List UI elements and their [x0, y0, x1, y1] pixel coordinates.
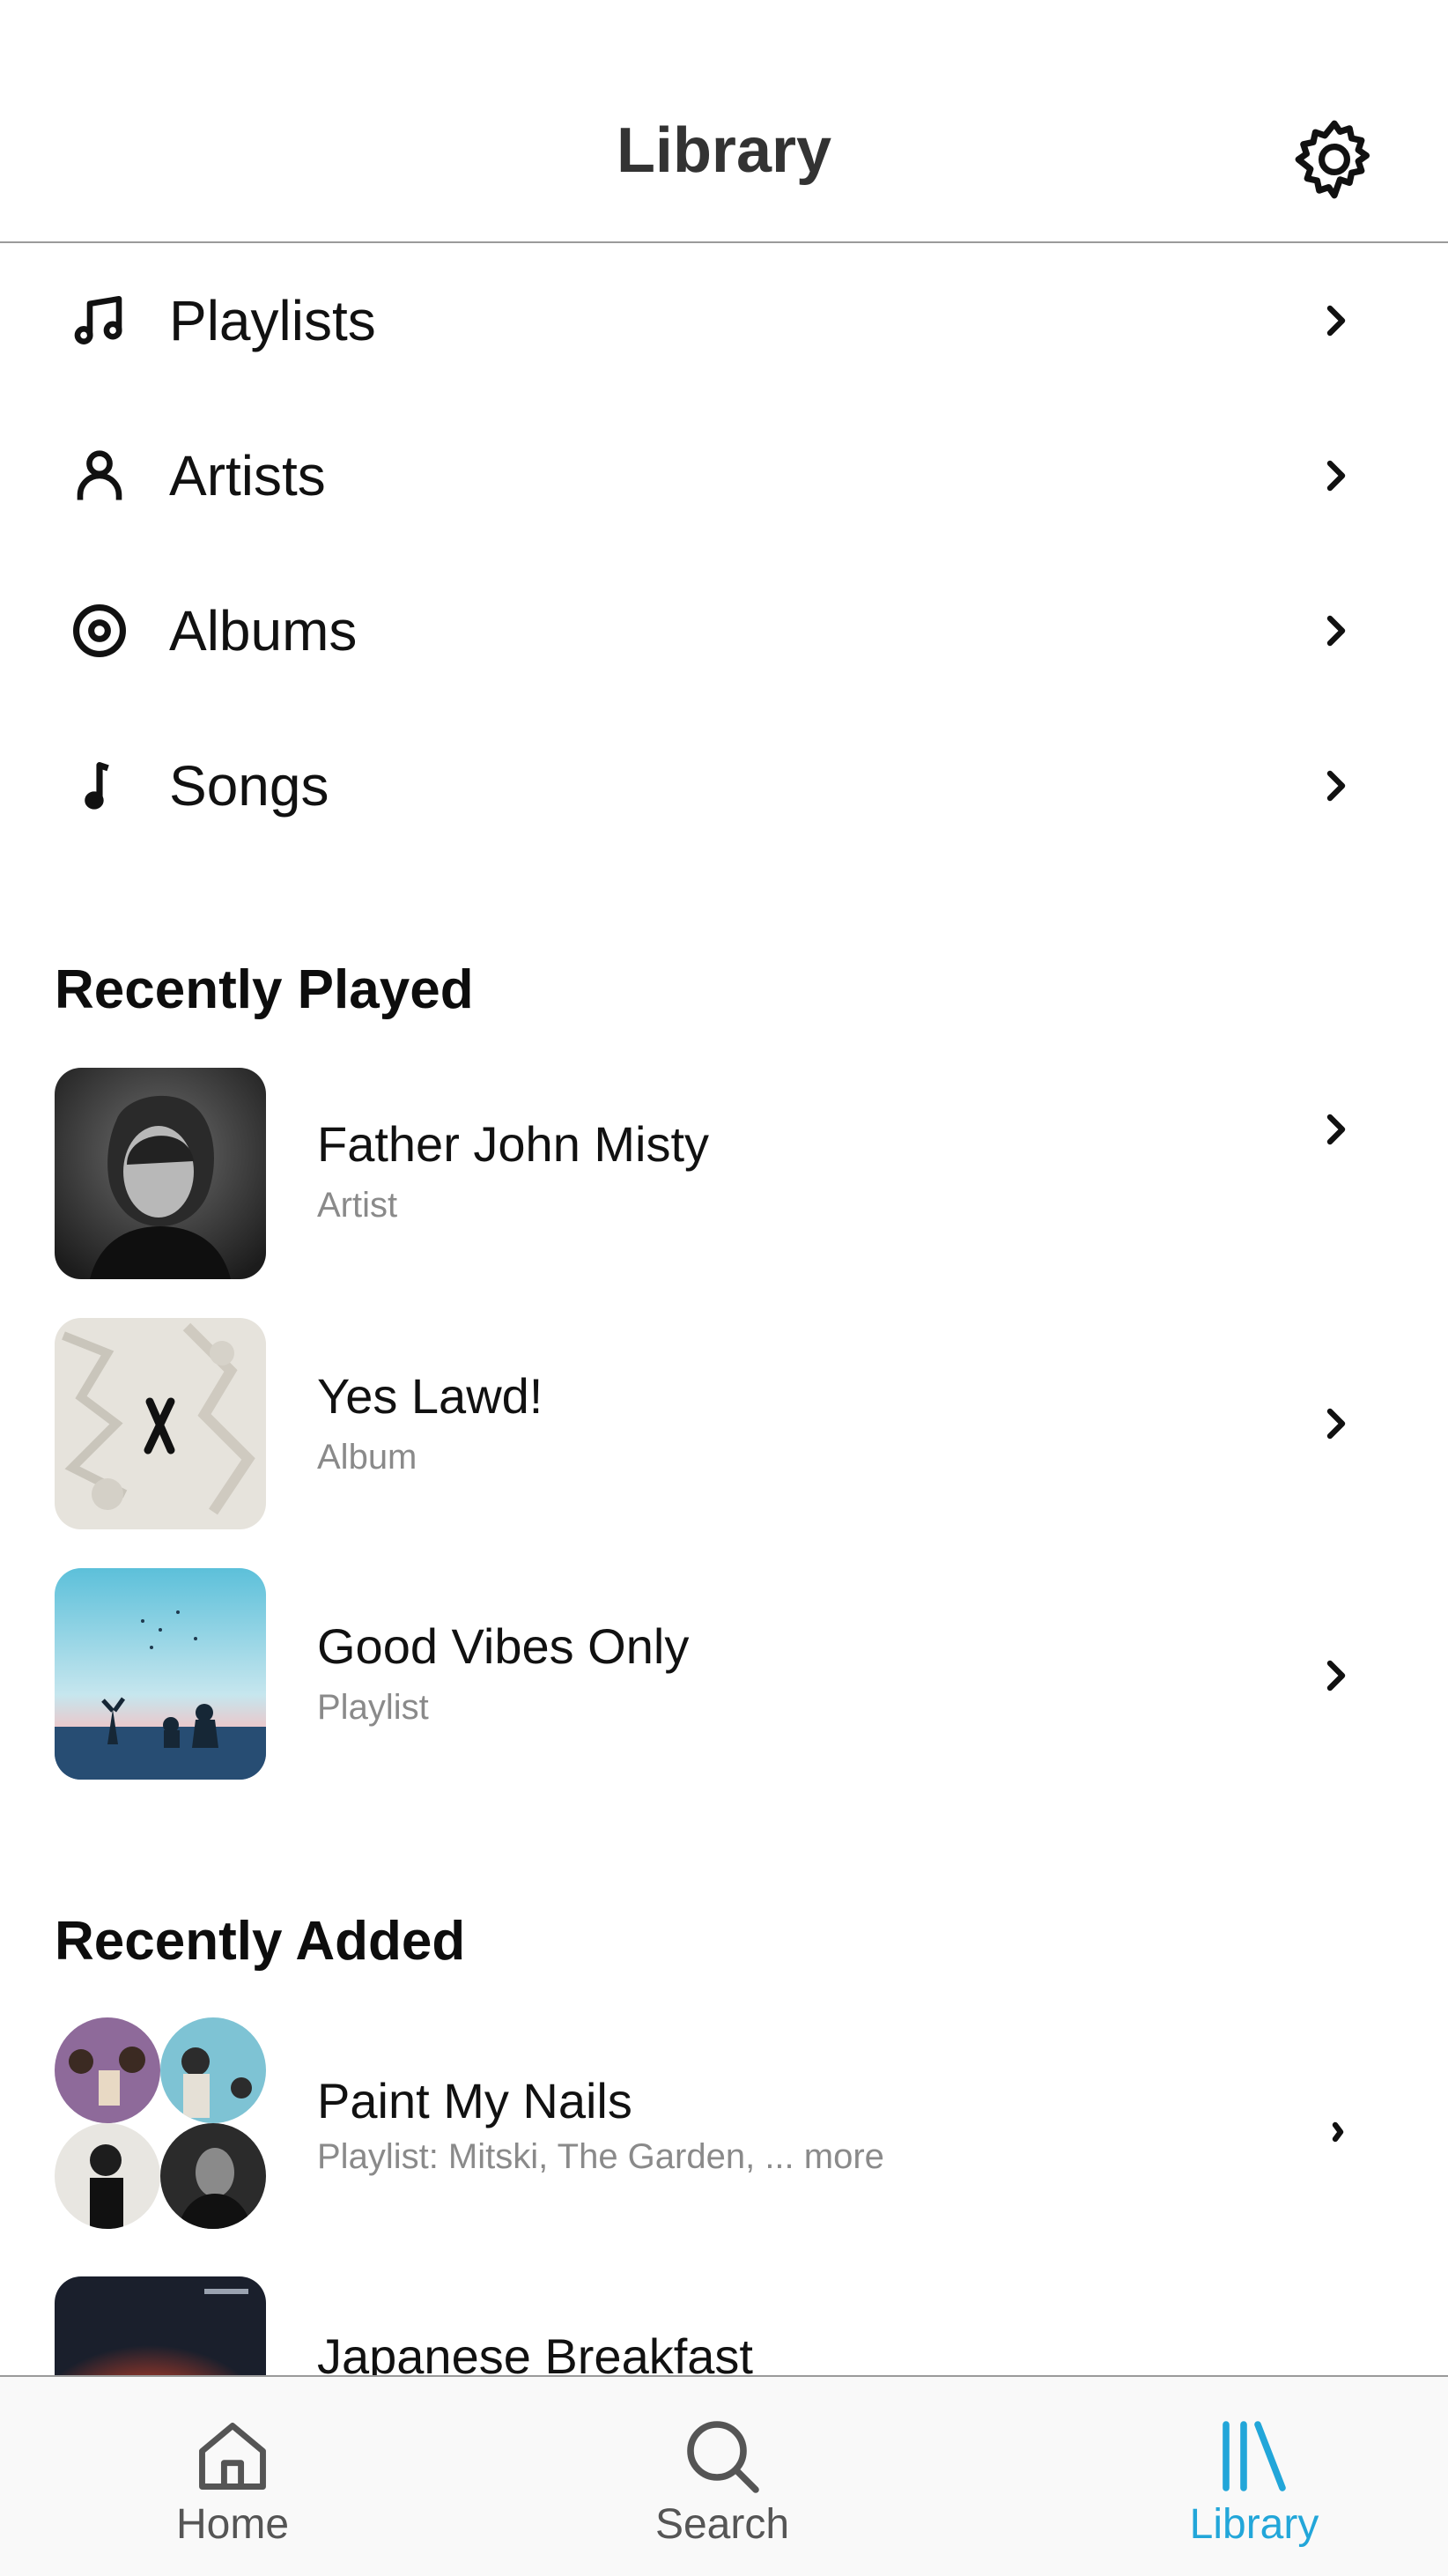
category-label: Songs — [169, 754, 329, 818]
item-subtitle: Playlist: Mitski, The Garden, ... more — [317, 2137, 884, 2176]
chevron-right-icon — [1319, 1103, 1355, 1156]
playlist-collage-artwork — [55, 2017, 266, 2229]
tab-search[interactable]: Search — [590, 2377, 854, 2576]
section-title-recently-added: Recently Added — [55, 1911, 466, 1972]
item-subtitle: Album — [317, 1438, 417, 1477]
person-icon — [63, 440, 136, 512]
tab-home[interactable]: Home — [100, 2377, 365, 2576]
tab-library[interactable]: Library — [1122, 2377, 1386, 2576]
item-title: Good Vibes Only — [317, 1618, 690, 1674]
chevron-right-icon — [1319, 759, 1355, 812]
music-notes-icon — [63, 285, 136, 357]
category-playlists[interactable]: Playlists — [0, 243, 1448, 398]
recent-item-yes-lawd[interactable]: Yes Lawd! Album — [0, 1318, 1448, 1533]
category-albums[interactable]: Albums — [0, 553, 1448, 708]
recent-item-father-john-misty[interactable]: Father John Misty Artist — [0, 1068, 1448, 1283]
library-icon — [1210, 2412, 1298, 2500]
chevron-right-icon — [1319, 449, 1355, 502]
album-artwork — [55, 1318, 266, 1529]
chevron-right-icon — [1319, 1397, 1355, 1450]
category-label: Artists — [169, 444, 326, 507]
added-item-paint-my-nails[interactable]: Paint My Nails Playlist: Mitski, The Gar… — [0, 2017, 1448, 2232]
chevron-right-icon — [1319, 1649, 1355, 1702]
disc-icon — [63, 595, 136, 667]
tab-label: Home — [175, 2501, 290, 2548]
chevron-right-icon — [1319, 604, 1355, 657]
category-artists[interactable]: Artists — [0, 398, 1448, 553]
page-title: Library — [616, 115, 832, 186]
category-songs[interactable]: Songs — [0, 708, 1448, 863]
settings-button[interactable] — [1289, 115, 1379, 204]
item-title: Father John Misty — [317, 1116, 710, 1172]
category-label: Albums — [169, 599, 358, 663]
chevron-right-icon — [1319, 294, 1355, 347]
item-subtitle: Artist — [317, 1186, 398, 1225]
search-icon — [678, 2412, 766, 2500]
tab-bar: Home Search Library — [0, 2375, 1448, 2576]
header: Library — [0, 0, 1448, 243]
home-icon — [188, 2412, 277, 2500]
recent-item-good-vibes-only[interactable]: Good Vibes Only Playlist — [0, 1568, 1448, 1783]
music-note-icon — [63, 750, 136, 822]
item-title: Paint My Nails — [317, 2073, 632, 2128]
gear-icon — [1295, 120, 1370, 199]
chevron-right-icon — [1319, 2106, 1355, 2158]
item-title: Yes Lawd! — [317, 1368, 543, 1424]
artist-artwork — [55, 1068, 266, 1279]
section-title-recently-played: Recently Played — [55, 959, 474, 1020]
playlist-artwork — [55, 1568, 266, 1780]
category-label: Playlists — [169, 289, 376, 352]
item-subtitle: Playlist — [317, 1688, 429, 1727]
tab-label: Library — [1189, 2501, 1319, 2548]
tab-label: Search — [654, 2501, 790, 2548]
